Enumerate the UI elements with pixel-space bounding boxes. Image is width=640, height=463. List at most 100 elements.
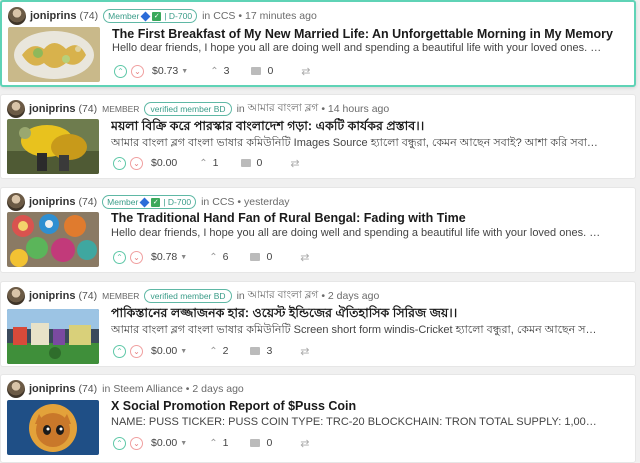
- votes-count[interactable]: ⌃ 6: [209, 251, 228, 263]
- payout-dropdown[interactable]: $0.00 ▼: [151, 437, 187, 449]
- post-actions: ⌃ ⌄ $0.73 ▼ ⌃ 3 0 ⇄: [114, 63, 311, 79]
- comments-count[interactable]: 0: [250, 251, 272, 263]
- rank-label: | D-700: [164, 11, 193, 21]
- avatar[interactable]: [7, 380, 25, 398]
- resteem-icon[interactable]: ⇄: [300, 251, 309, 264]
- post-thumbnail[interactable]: [7, 400, 99, 455]
- post-card[interactable]: joniprins (74) MEMBER verified member BD…: [0, 281, 636, 367]
- post-thumbnail[interactable]: [8, 27, 100, 82]
- post-thumbnail[interactable]: [7, 309, 99, 364]
- post-excerpt[interactable]: আমার বাংলা ব্লগ বাংলা ভাষার কমিউনিটি Scr…: [111, 321, 601, 340]
- post-card[interactable]: joniprins (74) Member ✓ | D-700 in CCS •…: [0, 187, 636, 273]
- chevron-up-icon[interactable]: ⌃: [113, 156, 126, 170]
- chevron-down-icon[interactable]: ⌄: [130, 250, 143, 264]
- post-meta: joniprins (74) Member ✓ | D-700 in CCS •…: [8, 6, 317, 26]
- comment-icon: [251, 67, 262, 75]
- member-tag: MEMBER: [102, 104, 140, 114]
- post-excerpt[interactable]: আমার বাংলা ব্লগ বাংলা ভাষার কমিউনিটি Ima…: [111, 134, 601, 153]
- chevron-up-small-icon: ⌃: [209, 345, 218, 357]
- post-time[interactable]: • 17 minutes ago: [238, 10, 316, 22]
- community-link[interactable]: Steem Alliance: [113, 383, 182, 395]
- post-time[interactable]: • 2 days ago: [321, 290, 379, 302]
- author-link[interactable]: joniprins: [29, 103, 75, 115]
- post-thumbnail[interactable]: [7, 119, 99, 174]
- payout-dropdown[interactable]: $0.73 ▼: [152, 65, 188, 77]
- chevron-up-icon[interactable]: ⌃: [113, 344, 126, 358]
- avatar[interactable]: [7, 287, 25, 305]
- post-time[interactable]: • 2 days ago: [186, 383, 244, 395]
- post-time[interactable]: • yesterday: [237, 196, 289, 208]
- comments-count[interactable]: 0: [251, 65, 273, 77]
- post-actions: ⌃ ⌄ $0.00 ▼ ⌃ 2 3 ⇄: [113, 343, 310, 359]
- post-card[interactable]: joniprins (74) in Steem Alliance • 2 day…: [0, 374, 636, 463]
- post-meta: joniprins (74) Member ✓ | D-700 in CCS •…: [7, 192, 290, 212]
- post-actions: ⌃ ⌄ $0.00 ⌃ 1 0 ⇄: [113, 155, 300, 171]
- comments-count[interactable]: 3: [250, 345, 272, 357]
- votes-count[interactable]: ⌃ 2: [209, 345, 228, 357]
- votes-count[interactable]: ⌃ 1: [209, 437, 228, 449]
- community-link[interactable]: আমার বাংলা ব্লগ: [248, 288, 319, 305]
- votes-value: 1: [212, 157, 219, 169]
- comment-icon: [250, 439, 261, 447]
- reputation: (74): [78, 196, 98, 208]
- resteem-icon[interactable]: ⇄: [300, 437, 309, 450]
- post-meta: joniprins (74) in Steem Alliance • 2 day…: [7, 379, 244, 399]
- post-excerpt[interactable]: Hello dear friends, I hope you all are d…: [111, 227, 601, 239]
- post-time[interactable]: • 14 hours ago: [321, 103, 389, 115]
- diamond-icon: [139, 197, 150, 207]
- community-link[interactable]: CCS: [212, 196, 234, 208]
- chevron-up-icon[interactable]: ⌃: [113, 436, 126, 450]
- reputation: (74): [78, 103, 98, 115]
- post-actions: ⌃ ⌄ $0.78 ▼ ⌃ 6 0 ⇄: [113, 249, 310, 265]
- votes-count[interactable]: ⌃ 1: [199, 157, 218, 169]
- chevron-up-small-icon: ⌃: [209, 251, 218, 263]
- community-prefix: in: [202, 10, 211, 22]
- chevron-up-small-icon: ⌃: [199, 157, 208, 169]
- community-prefix: in: [236, 103, 245, 115]
- votes-value: 2: [222, 345, 229, 357]
- post-excerpt[interactable]: Hello dear friends, I hope you all are d…: [112, 42, 602, 54]
- post-title[interactable]: The Traditional Hand Fan of Rural Bengal…: [111, 211, 631, 225]
- community-link[interactable]: CCS: [213, 10, 235, 22]
- member-badge: Member ✓ | D-700: [102, 195, 197, 209]
- comments-value: 0: [266, 437, 273, 449]
- post-thumbnail[interactable]: [7, 212, 99, 267]
- comments-count[interactable]: 0: [250, 437, 272, 449]
- comments-count[interactable]: 0: [240, 157, 262, 169]
- verified-badge: verified member BD: [144, 102, 232, 116]
- caret-down-icon: ▼: [181, 67, 189, 75]
- avatar[interactable]: [7, 100, 25, 118]
- chevron-down-icon[interactable]: ⌄: [131, 64, 144, 78]
- payout-dropdown[interactable]: $0.00 ▼: [151, 345, 187, 357]
- post-card[interactable]: joniprins (74) MEMBER verified member BD…: [0, 94, 636, 179]
- post-card[interactable]: joniprins (74) Member ✓ | D-700 in CCS •…: [0, 0, 636, 87]
- comments-value: 0: [266, 251, 273, 263]
- avatar[interactable]: [8, 7, 26, 25]
- author-link[interactable]: joniprins: [29, 196, 75, 208]
- community-link[interactable]: আমার বাংলা ব্লগ: [248, 101, 319, 118]
- post-excerpt[interactable]: NAME: PUSS TICKER: PUSS COIN TYPE: TRC-2…: [111, 416, 601, 428]
- payout-dropdown[interactable]: $0.78 ▼: [151, 251, 187, 263]
- votes-count[interactable]: ⌃ 3: [210, 65, 229, 77]
- check-icon: ✓: [152, 11, 162, 21]
- resteem-icon[interactable]: ⇄: [300, 345, 309, 358]
- verified-badge: verified member BD: [144, 289, 232, 303]
- avatar[interactable]: [7, 193, 25, 211]
- post-title[interactable]: The First Breakfast of My New Married Li…: [112, 27, 632, 41]
- author-link[interactable]: joniprins: [29, 383, 75, 395]
- chevron-up-icon[interactable]: ⌃: [113, 250, 126, 264]
- payout-dropdown[interactable]: $0.00: [151, 157, 177, 169]
- chevron-down-icon[interactable]: ⌄: [130, 436, 143, 450]
- post-title[interactable]: X Social Promotion Report of $Puss Coin: [111, 399, 631, 413]
- author-link[interactable]: joniprins: [29, 290, 75, 302]
- resteem-icon[interactable]: ⇄: [301, 65, 310, 78]
- chevron-up-small-icon: ⌃: [210, 65, 219, 77]
- caret-down-icon: ▼: [180, 347, 188, 355]
- chevron-up-icon[interactable]: ⌃: [114, 64, 127, 78]
- chevron-down-icon[interactable]: ⌄: [130, 344, 143, 358]
- check-icon: ✓: [151, 197, 161, 207]
- resteem-icon[interactable]: ⇄: [290, 157, 299, 170]
- author-link[interactable]: joniprins: [30, 10, 76, 22]
- votes-value: 6: [222, 251, 229, 263]
- chevron-down-icon[interactable]: ⌄: [130, 156, 143, 170]
